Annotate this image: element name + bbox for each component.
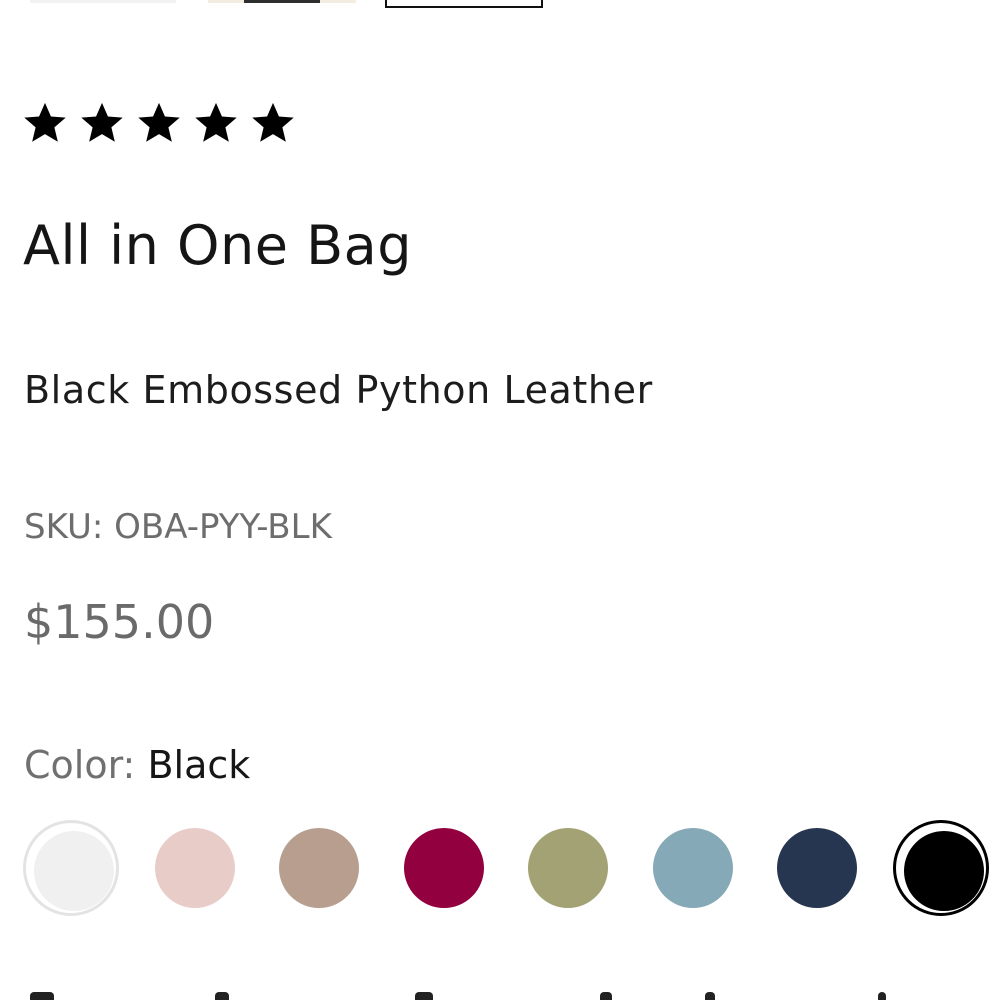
sku-label: SKU: [24,507,104,547]
star-icon [252,102,294,142]
swatch-black[interactable] [893,820,989,916]
swatch-taupe-fill [279,828,359,908]
swatch-olive-fill [528,828,608,908]
swatch-olive[interactable] [520,820,616,916]
thumbnail-2[interactable] [208,0,356,3]
cropped-glyph [705,992,715,1000]
star-icon [24,102,66,142]
cropped-glyph [215,992,229,1000]
color-selection: Color: Black [24,738,250,792]
star-icon [81,102,123,142]
sku-line: SKU: OBA-PYY-BLK [24,502,332,552]
color-swatches [23,820,1000,916]
thumbnail-3-selected[interactable] [385,0,543,8]
product-title: All in One Bag [23,214,413,277]
cropped-glyph [30,992,54,1000]
product-price: $155.00 [24,595,215,649]
swatch-light-blue-fill [653,828,733,908]
swatch-white[interactable] [23,820,119,916]
swatch-light-blue[interactable] [645,820,741,916]
swatch-blush-fill [155,828,235,908]
swatch-white-fill [34,831,114,911]
thumbnail-2-image [244,0,320,3]
star-rating [22,100,296,146]
star-icon [195,102,237,142]
swatch-berry-fill [404,828,484,908]
cropped-glyph [878,992,886,1000]
star-icon [138,102,180,142]
cropped-text-below [0,990,1000,1000]
swatch-berry[interactable] [396,820,492,916]
thumbnail-1[interactable] [30,0,176,3]
sku-value: OBA-PYY-BLK [114,507,332,547]
swatch-navy[interactable] [769,820,865,916]
swatch-blush[interactable] [147,820,243,916]
cropped-glyph [415,992,433,1000]
cropped-glyph [600,992,612,1000]
swatch-navy-fill [777,828,857,908]
swatch-taupe[interactable] [271,820,367,916]
color-label: Color: [24,743,136,787]
swatch-black-fill [904,831,984,911]
selected-color-value: Black [147,743,251,787]
product-subtitle: Black Embossed Python Leather [24,368,653,412]
thumbnail-strip [0,0,1000,10]
